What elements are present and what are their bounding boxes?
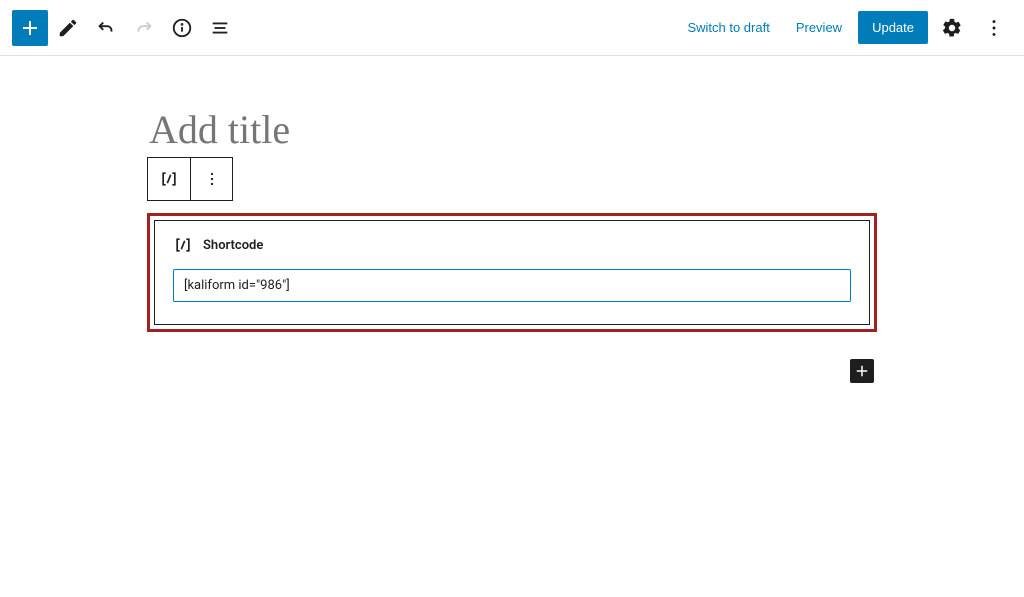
plus-icon — [853, 362, 871, 380]
post-title-input[interactable]: Add title — [147, 106, 877, 153]
switch-to-draft-button[interactable]: Switch to draft — [677, 12, 779, 43]
plus-icon — [18, 16, 42, 40]
pencil-icon — [57, 17, 79, 39]
editor-canvas: Add title Shortcode — [147, 56, 877, 332]
shortcode-icon — [173, 235, 193, 255]
editor-toolbar: Switch to draft Preview Update — [0, 0, 1024, 56]
toolbar-right-group: Switch to draft Preview Update — [677, 10, 1012, 46]
redo-icon — [133, 17, 155, 39]
info-icon — [171, 17, 193, 39]
add-block-toggle[interactable] — [12, 10, 48, 46]
shortcode-icon — [159, 169, 179, 189]
undo-button[interactable] — [88, 10, 124, 46]
block-toolbar — [147, 157, 233, 201]
toolbar-left-group — [12, 10, 238, 46]
block-more-button[interactable] — [190, 158, 232, 200]
shortcode-input[interactable] — [173, 269, 851, 302]
outline-button[interactable] — [202, 10, 238, 46]
settings-button[interactable] — [934, 10, 970, 46]
kebab-icon — [983, 17, 1005, 39]
shortcode-header: Shortcode — [173, 235, 851, 255]
undo-icon — [95, 17, 117, 39]
update-button[interactable]: Update — [858, 11, 928, 44]
redo-button[interactable] — [126, 10, 162, 46]
more-options-button[interactable] — [976, 10, 1012, 46]
gear-icon — [941, 17, 963, 39]
outline-icon — [209, 17, 231, 39]
shortcode-label: Shortcode — [203, 238, 263, 253]
block-type-button[interactable] — [148, 158, 190, 200]
info-button[interactable] — [164, 10, 200, 46]
tools-button[interactable] — [50, 10, 86, 46]
preview-button[interactable]: Preview — [786, 12, 852, 43]
shortcode-block[interactable]: Shortcode — [147, 213, 877, 332]
shortcode-inner: Shortcode — [154, 220, 870, 325]
kebab-icon — [202, 169, 222, 189]
add-block-inline-button[interactable] — [850, 359, 874, 383]
